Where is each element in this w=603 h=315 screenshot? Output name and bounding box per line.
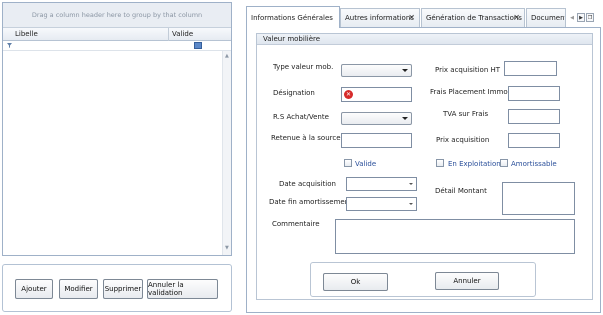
ajouter-button[interactable]: Ajouter — [15, 279, 53, 299]
dropdown-arrow-icon — [402, 69, 408, 72]
amortissable-checkbox[interactable] — [500, 159, 508, 167]
commentaire-label: Commentaire — [272, 220, 320, 228]
close-tab-icon[interactable]: ✕ — [513, 13, 520, 22]
grid-vertical-scrollbar[interactable]: ▲ ▼ — [222, 51, 231, 255]
type-valeur-select[interactable] — [341, 64, 412, 77]
modifier-button[interactable]: Modifier — [59, 279, 98, 299]
scroll-left-icon[interactable]: ◀ — [568, 13, 576, 22]
type-valeur-label: Type valeur mob. — [273, 63, 334, 71]
designation-field[interactable]: ✕ — [341, 87, 412, 102]
close-tab-icon[interactable]: ✕ — [408, 13, 415, 22]
date-fin-amortissement-picker[interactable] — [346, 197, 417, 211]
prix-acquisition-ht-label: Prix acquisition HT — [435, 66, 501, 74]
tab-content: Valeur mobilière Type valeur mob. Désign… — [246, 27, 601, 313]
amortissable-label: Amortissable — [511, 160, 557, 168]
valide-label: Valide — [355, 160, 377, 168]
detail-montant-label: Détail Montant — [435, 187, 487, 195]
column-divider — [168, 28, 169, 41]
grid-filter-row[interactable] — [3, 41, 231, 51]
scroll-right-icon[interactable]: ▶ — [577, 13, 585, 22]
form-buttons-box: Ok Annuler — [310, 262, 536, 297]
scroll-up-icon[interactable]: ▲ — [225, 53, 229, 59]
group-title: Valeur mobilière — [257, 34, 592, 45]
annuler-validation-button[interactable]: Annuler la validation — [147, 279, 218, 299]
rs-achat-vente-select[interactable] — [341, 112, 412, 125]
calendar-dropdown-icon — [409, 183, 413, 185]
designation-label: Désignation — [273, 89, 315, 97]
group-panel-hint[interactable]: Drag a column header here to group by th… — [3, 3, 231, 28]
en-exploitation-checkbox[interactable] — [436, 159, 444, 167]
annuler-button[interactable]: Annuler — [435, 272, 499, 290]
tab-label: Génération de Transactions — [426, 14, 522, 22]
frais-placement-field[interactable] — [508, 86, 560, 101]
scroll-down-icon[interactable]: ▼ — [225, 245, 229, 251]
en-exploitation-label: En Exploitation — [448, 160, 501, 168]
error-icon: ✕ — [344, 90, 353, 99]
retenue-source-label: Retenue à la source — [271, 134, 341, 142]
grid-actions-panel: Ajouter Modifier Supprimer Annuler la va… — [2, 264, 232, 312]
column-header-libelle[interactable]: Libelle — [15, 30, 38, 38]
calendar-dropdown-icon — [409, 203, 413, 205]
dropdown-arrow-icon — [402, 117, 408, 120]
tab-autres-informations[interactable]: Autres informations ✕ — [340, 8, 420, 27]
tab-informations-generales[interactable]: Informations Générales — [246, 6, 340, 28]
column-header-valide[interactable]: Valide — [172, 30, 193, 38]
prix-acquisition-ht-field[interactable] — [504, 61, 557, 76]
tab-strip: Informations Générales Autres informatio… — [246, 6, 601, 28]
valeur-mobiliere-group: Valeur mobilière Type valeur mob. Désign… — [256, 33, 593, 300]
retenue-source-field[interactable] — [341, 133, 412, 148]
tab-list-icon[interactable]: ❐ — [586, 13, 594, 22]
filter-checkbox-icon[interactable] — [194, 42, 202, 49]
tva-frais-label: TVA sur Frais — [443, 110, 489, 118]
commentaire-field[interactable] — [335, 219, 575, 254]
prix-acquisition-field[interactable] — [508, 133, 560, 148]
detail-montant-field[interactable] — [502, 182, 575, 215]
prix-acquisition-label: Prix acquisition — [436, 136, 490, 144]
frais-placement-label: Frais Placement Immo. — [430, 88, 510, 96]
tab-label: Informations Générales — [251, 13, 333, 22]
rs-achat-vente-label: R.S Achat/Vente — [273, 113, 329, 121]
valide-checkbox[interactable] — [344, 159, 352, 167]
tab-label: Autres informations — [345, 14, 414, 22]
tab-generation-transactions[interactable]: Génération de Transactions ✕ — [421, 8, 525, 27]
tva-frais-field[interactable] — [508, 109, 560, 124]
tab-document[interactable]: Document — [526, 8, 566, 27]
filter-funnel-icon[interactable] — [7, 43, 12, 48]
ok-button[interactable]: Ok — [323, 273, 388, 291]
date-fin-amortissement-label: Date fin amortissement — [269, 198, 352, 206]
data-grid: Drag a column header here to group by th… — [2, 2, 232, 256]
date-acquisition-picker[interactable] — [346, 177, 417, 191]
date-acquisition-label: Date acquisition — [279, 180, 336, 188]
tab-label: Document — [531, 14, 566, 22]
grid-column-header-row: Libelle Valide — [3, 28, 231, 41]
supprimer-button[interactable]: Supprimer — [103, 279, 143, 299]
